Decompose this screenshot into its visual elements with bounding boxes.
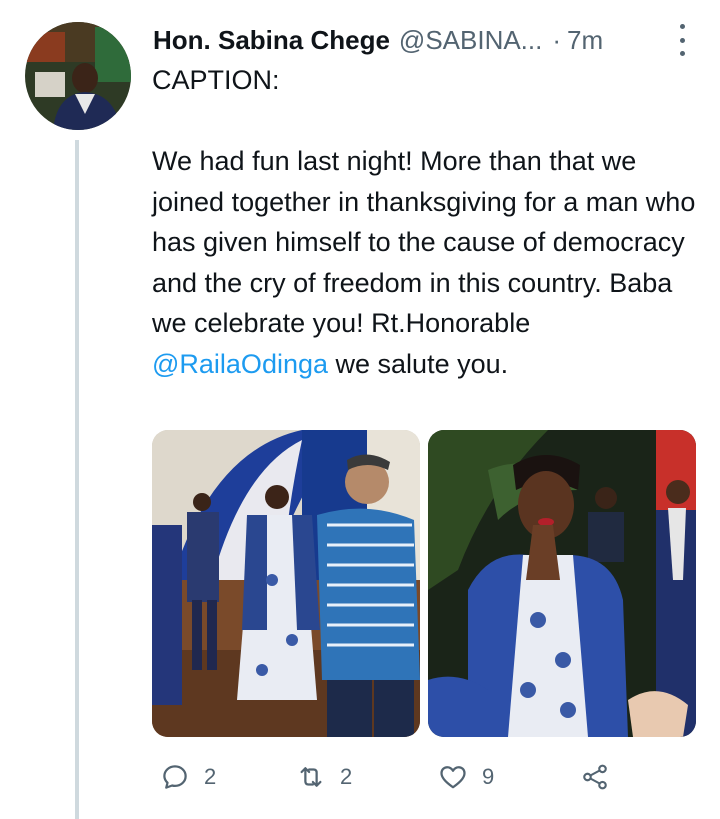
mention-link[interactable]: @RailaOdinga	[152, 349, 328, 379]
reply-count: 2	[204, 764, 217, 789]
author-name[interactable]: Hon. Sabina Chege	[153, 25, 390, 56]
reply-button[interactable]: 2	[160, 755, 216, 799]
tweet-body: We had fun last night! More than that we…	[152, 141, 704, 384]
author-handle[interactable]: @SABINA...	[399, 25, 542, 56]
retweet-button[interactable]: 2	[296, 755, 352, 799]
tweet-timestamp[interactable]: 7m	[567, 25, 603, 56]
photo-dancing-group	[152, 430, 420, 737]
tweet-body-text-end: we salute you.	[328, 348, 509, 379]
tweet-media	[152, 430, 696, 737]
media-image-2[interactable]	[428, 430, 696, 737]
separator-dot: ·	[552, 24, 562, 55]
retweet-count: 2	[340, 764, 353, 789]
tweet-text: CAPTION: We had fun last night! More tha…	[152, 60, 704, 384]
photo-woman-clapping	[428, 430, 696, 737]
more-vertical-icon[interactable]	[676, 24, 688, 56]
media-image-1[interactable]	[152, 430, 420, 737]
share-button[interactable]	[580, 755, 610, 799]
retweet-icon	[300, 767, 322, 787]
tweet-body-text: We had fun last night! More than that we…	[152, 146, 696, 338]
like-count: 9	[482, 764, 495, 789]
reply-icon	[163, 765, 187, 789]
author-avatar[interactable]	[25, 22, 131, 130]
tweet-header: Hon. Sabina Chege @SABINA... · 7m	[153, 18, 698, 62]
tweet-actions: 2 2 9	[152, 755, 632, 799]
caption-label: CAPTION:	[152, 65, 280, 95]
like-button[interactable]: 9	[438, 755, 494, 799]
heart-icon	[440, 766, 466, 789]
avatar-photo	[25, 22, 131, 130]
share-icon	[583, 764, 607, 790]
thread-connector-line	[75, 140, 79, 819]
